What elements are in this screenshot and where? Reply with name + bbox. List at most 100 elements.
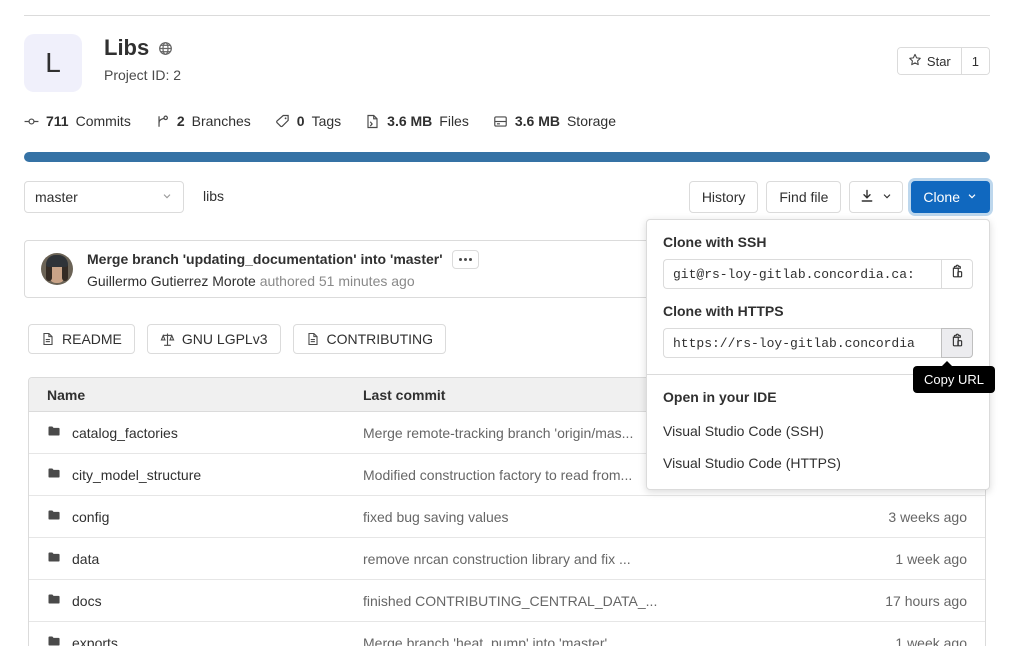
scale-icon [160, 332, 175, 347]
stat-storage-label: Storage [566, 113, 617, 129]
file-name-cell[interactable]: data [29, 550, 359, 568]
file-name-cell[interactable]: city_model_structure [29, 466, 359, 484]
chevron-down-icon [161, 189, 173, 205]
commit-author[interactable]: Guillermo Gutierrez Morote [87, 273, 256, 289]
stat-branches[interactable]: 2 Branches [155, 113, 251, 129]
stat-branches-value: 2 [176, 113, 185, 129]
breadcrumb[interactable]: libs [203, 188, 224, 204]
download-icon [859, 188, 875, 207]
updated-cell: 1 week ago [895, 550, 967, 567]
table-row[interactable]: config fixed bug saving values 3 weeks ago [29, 496, 985, 538]
clone-dropdown-panel: Clone with SSH git@rs-loy-gitlab.concord… [646, 219, 990, 490]
stat-tags[interactable]: 0 Tags [275, 113, 341, 129]
file-name-label: config [72, 508, 110, 525]
folder-icon [47, 592, 62, 610]
chevron-down-icon [966, 189, 978, 205]
tag-icon [275, 114, 290, 129]
project-avatar-letter: L [45, 47, 61, 78]
star-count[interactable]: 1 [960, 48, 989, 74]
project-page: L Libs Project ID: 2 Star 1 711 Commits … [0, 0, 1023, 646]
folder-icon [47, 508, 62, 526]
star-label: Star [926, 53, 951, 69]
updated-cell: 17 hours ago [885, 592, 967, 609]
download-button[interactable] [849, 181, 904, 213]
project-stats: 711 Commits 2 Branches 0 Tags 3.6 MB Fil… [24, 113, 616, 129]
copy-ssh-url-button[interactable] [941, 259, 973, 289]
file-doc-icon [41, 332, 55, 346]
ide-options-list: Visual Studio Code (SSH) Visual Studio C… [647, 415, 989, 489]
commit-icon [24, 114, 39, 129]
table-row[interactable]: exports Merge branch 'heat_pump' into 'ma… [29, 622, 985, 646]
star-icon [908, 53, 922, 70]
toolbar-actions: History Find file Clone [688, 181, 990, 213]
language-segment-python [24, 152, 990, 162]
file-name-label: data [72, 550, 100, 567]
avatar [41, 253, 73, 285]
clipboard-icon [950, 264, 965, 284]
clone-https-input[interactable]: https://rs-loy-gitlab.concordia [663, 328, 941, 358]
badge-readme-label: README [62, 331, 122, 347]
commit-title-row: Merge branch 'updating_documentation' in… [87, 249, 479, 269]
last-commit-cell[interactable]: finished CONTRIBUTING_CENTRAL_DATA_... [359, 593, 825, 609]
badge-contributing[interactable]: CONTRIBUTING [292, 324, 447, 354]
table-row[interactable]: data remove nrcan construction library an… [29, 538, 985, 580]
clone-ssh-input[interactable]: git@rs-loy-gitlab.concordia.ca: [663, 259, 941, 289]
folder-icon [47, 424, 62, 442]
clone-ssh-section: Clone with SSH git@rs-loy-gitlab.concord… [647, 220, 989, 303]
copy-url-tooltip: Copy URL [913, 361, 995, 393]
stat-files-value: 3.6 MB [387, 113, 433, 129]
table-row[interactable]: docs finished CONTRIBUTING_CENTRAL_DATA_.… [29, 580, 985, 622]
star-button[interactable]: Star [897, 48, 961, 74]
file-doc-icon [306, 332, 320, 346]
find-file-button[interactable]: Find file [766, 181, 842, 213]
file-name-label: catalog_factories [72, 424, 178, 441]
repo-badges: README GNU LGPLv3 CONTRIBUTING [28, 324, 447, 354]
copy-https-url-button[interactable] [941, 328, 973, 358]
branch-selector[interactable]: master [24, 181, 184, 213]
stat-branches-label: Branches [191, 113, 251, 129]
repo-toolbar: master libs History Find file Clone [24, 181, 990, 215]
stat-storage[interactable]: 3.6 MB Storage [493, 113, 616, 129]
star-control: Star 1 [896, 47, 990, 75]
clone-button[interactable]: Clone [911, 181, 990, 213]
last-commit-cell[interactable]: remove nrcan construction library and fi… [359, 551, 825, 567]
project-meta: Libs Project ID: 2 [104, 34, 181, 83]
ide-option-vscode-https[interactable]: Visual Studio Code (HTTPS) [647, 447, 989, 479]
top-divider [24, 15, 990, 16]
stat-files-label: Files [439, 113, 469, 129]
stat-storage-value: 3.6 MB [514, 113, 560, 129]
language-bar[interactable] [24, 152, 990, 162]
stat-commits-label: Commits [75, 113, 131, 129]
globe-icon [158, 41, 173, 56]
project-avatar: L [24, 34, 82, 92]
ide-option-vscode-ssh[interactable]: Visual Studio Code (SSH) [647, 415, 989, 447]
file-name-cell[interactable]: config [29, 508, 359, 526]
project-title-row: Libs [104, 35, 181, 60]
clone-button-label: Clone [923, 189, 960, 205]
column-header-name: Name [47, 386, 86, 403]
file-name-cell[interactable]: exports [29, 634, 359, 646]
badge-readme[interactable]: README [28, 324, 135, 354]
branch-selector-value: master [35, 189, 78, 205]
clone-https-label: Clone with HTTPS [663, 303, 784, 319]
stat-commits[interactable]: 711 Commits [24, 113, 131, 129]
file-name-cell[interactable]: docs [29, 592, 359, 610]
storage-icon [493, 114, 508, 129]
updated-cell: 1 week ago [895, 635, 967, 646]
clipboard-icon [950, 333, 965, 353]
commit-timestamp: authored 51 minutes ago [259, 272, 415, 289]
branch-icon [155, 114, 170, 129]
project-header: L Libs Project ID: 2 Star 1 [24, 34, 990, 92]
file-name-cell[interactable]: catalog_factories [29, 424, 359, 442]
stat-files[interactable]: 3.6 MB Files [365, 113, 469, 129]
last-commit-cell[interactable]: Merge branch 'heat_pump' into 'master' [359, 635, 825, 646]
badge-license[interactable]: GNU LGPLv3 [146, 324, 281, 354]
history-button[interactable]: History [688, 181, 759, 213]
last-commit-cell[interactable]: fixed bug saving values [359, 509, 825, 525]
file-name-label: city_model_structure [72, 466, 202, 483]
commit-title[interactable]: Merge branch 'updating_documentation' in… [87, 251, 443, 267]
clone-https-section: Clone with HTTPS https://rs-loy-gitlab.c… [647, 303, 989, 374]
commit-options-button[interactable] [451, 249, 479, 269]
file-icon [365, 114, 380, 129]
folder-icon [47, 550, 62, 568]
